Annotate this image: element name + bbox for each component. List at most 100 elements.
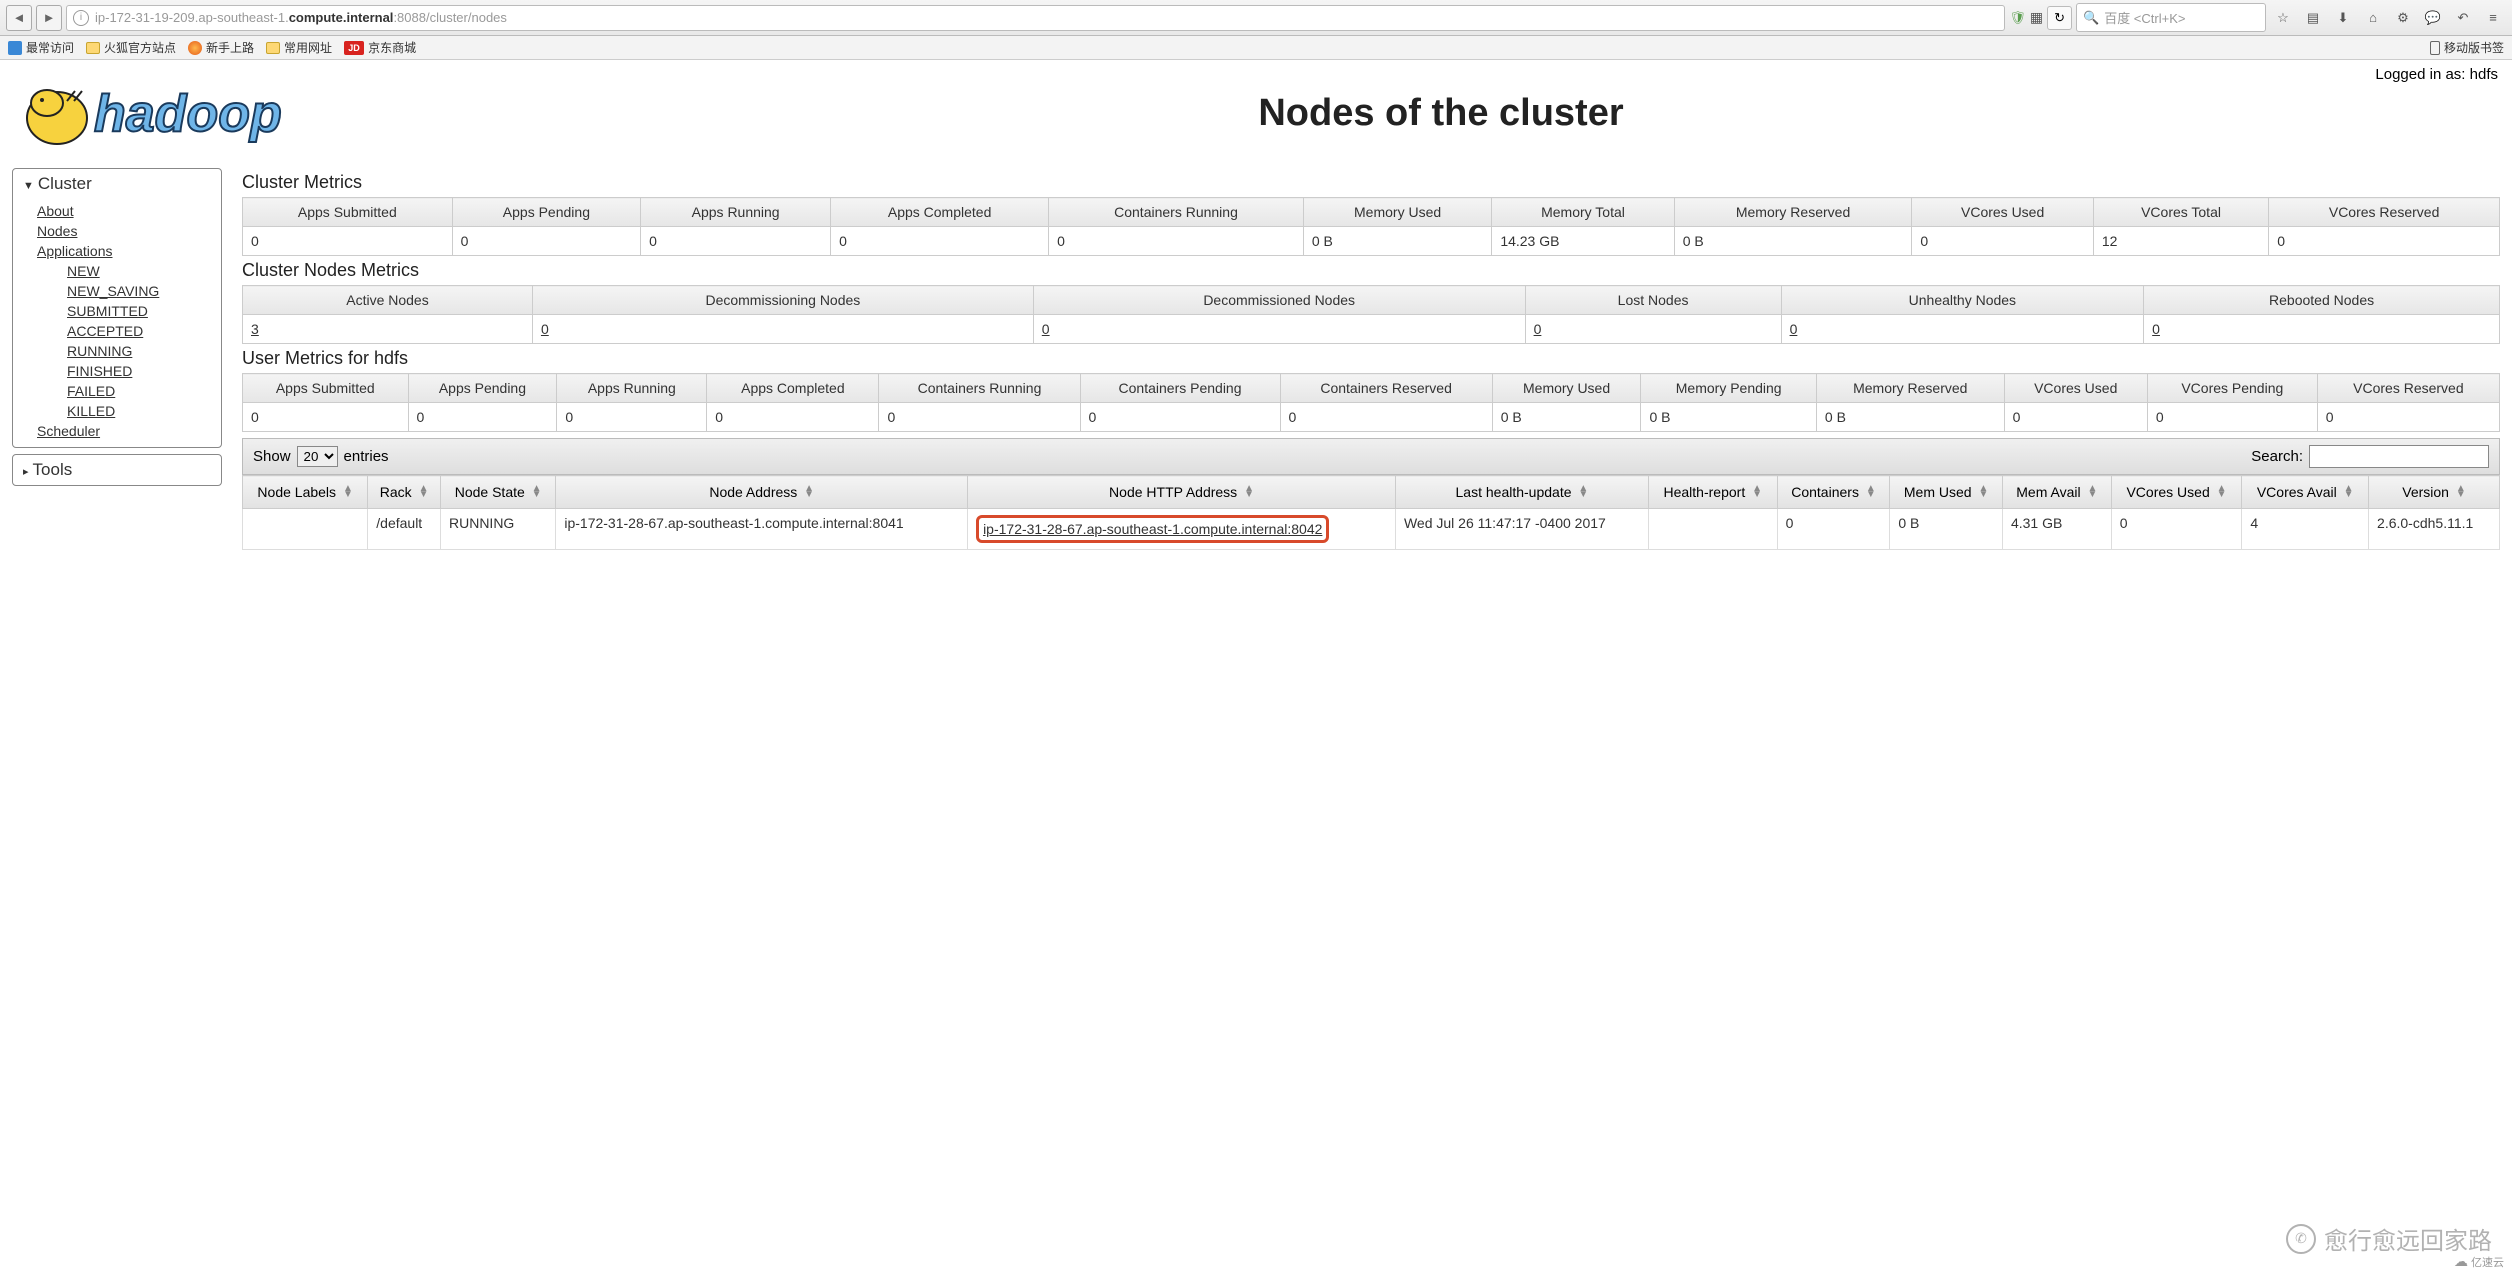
col-header: Memory Used	[1492, 374, 1641, 403]
cell: 0	[408, 403, 557, 432]
back-button[interactable]: ◄	[6, 5, 32, 31]
sidebar-new[interactable]: NEW	[67, 261, 221, 281]
cell: 0	[2147, 403, 2317, 432]
node-http-link[interactable]: ip-172-31-28-67.ap-southeast-1.compute.i…	[983, 521, 1322, 537]
sort-icon: ▲▼	[1244, 486, 1254, 498]
col-header: VCores Used	[1912, 198, 2093, 227]
sidebar-running[interactable]: RUNNING	[67, 341, 221, 361]
home-icon[interactable]: ⌂	[2360, 5, 2386, 31]
sort-icon: ▲▼	[804, 486, 814, 498]
cell: 0 B	[1674, 227, 1912, 256]
phone-icon	[2430, 41, 2440, 55]
col-header: Apps Completed	[831, 198, 1049, 227]
bookmark-most-visited[interactable]: 最常访问	[8, 39, 74, 56]
col-header: Memory Used	[1303, 198, 1491, 227]
qr-icon[interactable]: ▦	[2030, 9, 2043, 26]
page-title: Nodes of the cluster	[382, 92, 2500, 135]
bookmark-common-sites[interactable]: 常用网址	[266, 39, 332, 56]
cell-labels	[243, 509, 368, 550]
shield-icon[interactable]: 🛡	[2009, 10, 2026, 26]
mobile-bookmarks[interactable]: 移动版书签	[2430, 39, 2504, 56]
menu-icon[interactable]: ≡	[2480, 5, 2506, 31]
cell-state: RUNNING	[440, 509, 555, 550]
datatable-search-input[interactable]	[2309, 445, 2489, 468]
cell: 0	[532, 315, 1033, 344]
sidebar-nodes[interactable]: Nodes	[37, 221, 221, 241]
sort-icon: ▲▼	[2087, 486, 2097, 498]
sidebar-submitted[interactable]: SUBMITTED	[67, 301, 221, 321]
bookmarks-icon[interactable]: ▤	[2300, 5, 2326, 31]
col-header: Apps Running	[641, 198, 831, 227]
col-header: Active Nodes	[243, 286, 533, 315]
bookmarks-bar: 最常访问 火狐官方站点 新手上路 常用网址 JD京东商城 移动版书签	[0, 36, 2512, 60]
col-header: Memory Reserved	[1816, 374, 2004, 403]
col-header: VCores Reserved	[2317, 374, 2499, 403]
download-icon[interactable]: ⬇	[2330, 5, 2356, 31]
col-header-sortable[interactable]: Mem Avail ▲▼	[2002, 476, 2111, 509]
cell: 0 B	[1492, 403, 1641, 432]
cell-rack: /default	[368, 509, 441, 550]
gear-icon[interactable]: ⚙	[2390, 5, 2416, 31]
cell: 0	[707, 403, 879, 432]
cell: 0	[1033, 315, 1525, 344]
entries-label: entries	[344, 448, 389, 465]
metric-link[interactable]: 3	[251, 321, 259, 337]
entries-select[interactable]: 20	[297, 446, 338, 467]
section-nodes-metrics: Cluster Nodes Metrics	[242, 260, 2500, 281]
chat-icon[interactable]: 💬	[2420, 5, 2446, 31]
col-header-sortable[interactable]: Node State ▲▼	[440, 476, 555, 509]
star-icon[interactable]: ☆	[2270, 5, 2296, 31]
forward-button[interactable]: ►	[36, 5, 62, 31]
sidebar-finished[interactable]: FINISHED	[67, 361, 221, 381]
cell: 3	[243, 315, 533, 344]
metric-link[interactable]: 0	[1534, 321, 1542, 337]
main-content: Cluster Metrics Apps SubmittedApps Pendi…	[242, 168, 2500, 550]
cell: 0	[452, 227, 641, 256]
sidebar: ▼Cluster About Nodes Applications NEW NE…	[12, 168, 222, 550]
sidebar-cluster-head[interactable]: ▼Cluster	[13, 169, 221, 199]
cell-mem-used: 0 B	[1890, 509, 2003, 550]
cell: 0 B	[1816, 403, 2004, 432]
search-box[interactable]: 🔍 百度 <Ctrl+K>	[2076, 3, 2266, 32]
reload-button[interactable]: ↻	[2047, 6, 2072, 30]
cell: 14.23 GB	[1492, 227, 1674, 256]
col-header-sortable[interactable]: Containers ▲▼	[1777, 476, 1890, 509]
sort-icon: ▲▼	[532, 486, 542, 498]
undo-icon[interactable]: ↶	[2450, 5, 2476, 31]
sidebar-about[interactable]: About	[37, 201, 221, 221]
sort-icon: ▲▼	[2344, 486, 2354, 498]
col-header-sortable[interactable]: VCores Avail ▲▼	[2242, 476, 2369, 509]
metric-link[interactable]: 0	[1042, 321, 1050, 337]
sidebar-tools-head[interactable]: ▸Tools	[13, 455, 221, 485]
col-header-sortable[interactable]: Version ▲▼	[2369, 476, 2500, 509]
col-header-sortable[interactable]: Last health-update ▲▼	[1395, 476, 1648, 509]
bookmark-firefox-official[interactable]: 火狐官方站点	[86, 39, 176, 56]
sidebar-scheduler[interactable]: Scheduler	[37, 421, 221, 441]
nodes-metrics-table: Active NodesDecommissioning NodesDecommi…	[242, 285, 2500, 344]
search-placeholder: 百度 <Ctrl+K>	[2104, 8, 2185, 27]
cell: 12	[2093, 227, 2268, 256]
section-cluster-metrics: Cluster Metrics	[242, 172, 2500, 193]
col-header: Memory Pending	[1641, 374, 1816, 403]
sidebar-new-saving[interactable]: NEW_SAVING	[67, 281, 221, 301]
col-header-sortable[interactable]: Node Address ▲▼	[556, 476, 968, 509]
sidebar-applications[interactable]: Applications	[37, 241, 221, 261]
metric-link[interactable]: 0	[541, 321, 549, 337]
bookmark-jd[interactable]: JD京东商城	[344, 39, 416, 56]
bookmark-getting-started[interactable]: 新手上路	[188, 39, 254, 56]
col-header-sortable[interactable]: VCores Used ▲▼	[2111, 476, 2242, 509]
sidebar-killed[interactable]: KILLED	[67, 401, 221, 421]
col-header-sortable[interactable]: Mem Used ▲▼	[1890, 476, 2003, 509]
col-header-sortable[interactable]: Health-report ▲▼	[1648, 476, 1777, 509]
col-header-sortable[interactable]: Node HTTP Address ▲▼	[968, 476, 1396, 509]
sidebar-failed[interactable]: FAILED	[67, 381, 221, 401]
cell: 0	[1781, 315, 2144, 344]
sidebar-accepted[interactable]: ACCEPTED	[67, 321, 221, 341]
browser-nav-bar: ◄ ► i ip-172-31-19-209.ap-southeast-1.co…	[0, 0, 2512, 36]
col-header-sortable[interactable]: Rack ▲▼	[368, 476, 441, 509]
url-input[interactable]: i ip-172-31-19-209.ap-southeast-1.comput…	[66, 5, 2005, 31]
metric-link[interactable]: 0	[1790, 321, 1798, 337]
col-header-sortable[interactable]: Node Labels ▲▼	[243, 476, 368, 509]
col-header: Decommissioning Nodes	[532, 286, 1033, 315]
metric-link[interactable]: 0	[2152, 321, 2160, 337]
